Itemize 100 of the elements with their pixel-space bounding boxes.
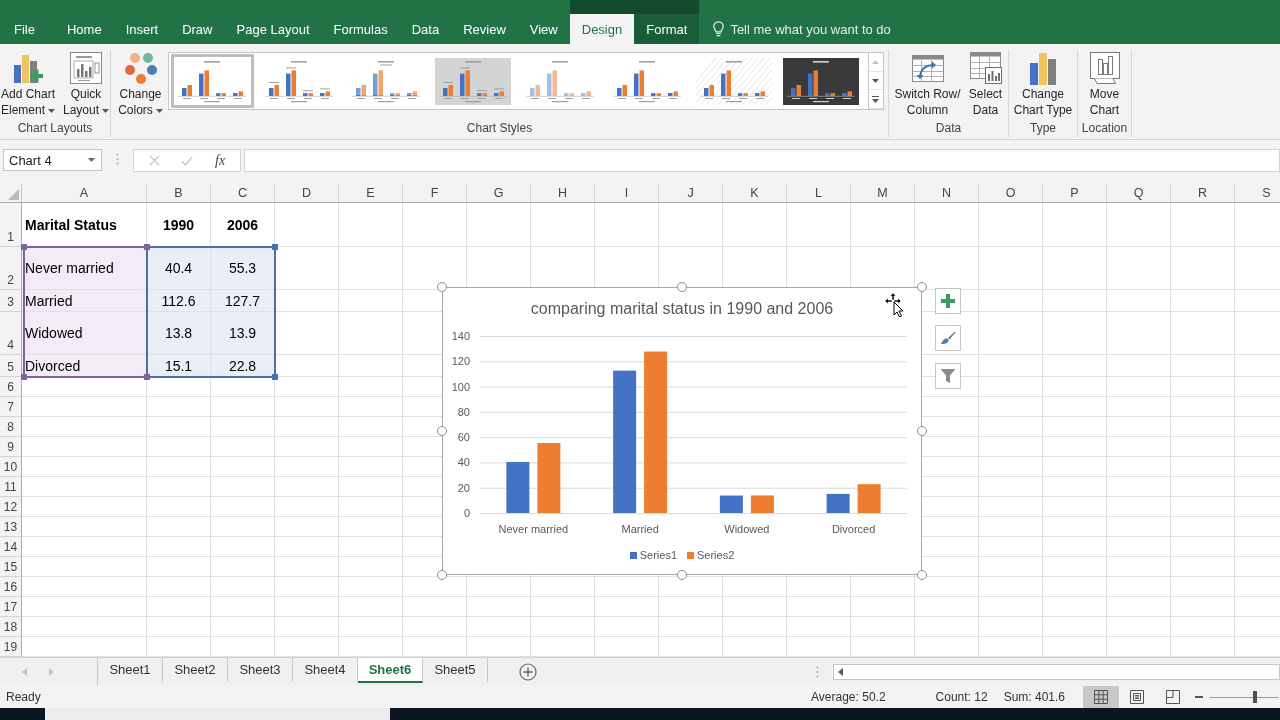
range-handle-icon[interactable] <box>272 374 278 380</box>
row-header[interactable]: 16 <box>0 577 22 597</box>
ribbon-tab[interactable]: Format <box>634 14 700 44</box>
ribbon-button[interactable]: Switch Row/ Column <box>891 50 964 118</box>
ribbon-tab[interactable]: Page Layout <box>224 14 322 44</box>
ribbon-tab[interactable]: File <box>2 14 47 44</box>
column-header[interactable]: C <box>211 184 275 203</box>
status-stat: Sum: 401.6 <box>1003 690 1065 704</box>
ribbon-button[interactable]: Quick Layout <box>60 50 113 118</box>
scroll-left-icon[interactable] <box>838 668 843 676</box>
sheet-tab[interactable]: Sheet6 <box>358 658 423 683</box>
column-header[interactable]: R <box>1171 184 1235 203</box>
chart[interactable]: comparing marital status in 1990 and 2006 0 20 40 60 80 100 120 140 Never married Married Widowed Divorced Series1 Series2 <box>442 287 922 575</box>
tell-me-search[interactable]: Tell me what you want to do <box>699 14 901 44</box>
chart-elements-button[interactable] <box>935 288 961 314</box>
column-header[interactable]: L <box>787 184 851 203</box>
ribbon-button[interactable]: Move Chart <box>1085 50 1124 118</box>
ribbon-tab[interactable]: Formulas <box>321 14 400 44</box>
ribbon-tab[interactable]: View <box>517 14 570 44</box>
insert-function-button[interactable]: fx <box>215 152 226 169</box>
taskbar-search-field[interactable] <box>45 708 390 720</box>
column-header[interactable]: D <box>275 184 339 203</box>
range-handle-icon[interactable] <box>272 244 278 250</box>
chart-filters-button[interactable] <box>935 363 961 389</box>
resize-handle-icon[interactable] <box>437 426 447 436</box>
range-handle-icon[interactable] <box>21 244 27 250</box>
ribbon-button[interactable]: Change Chart Type <box>1010 50 1076 118</box>
row-header[interactable]: 9 <box>0 437 22 457</box>
table-cell: 55.3 <box>211 247 275 290</box>
column-header[interactable]: S <box>1235 184 1280 203</box>
range-handle-icon[interactable] <box>144 244 150 250</box>
ribbon-tab[interactable]: Home <box>54 14 114 44</box>
column-header[interactable]: O <box>979 184 1043 203</box>
row-header[interactable]: 10 <box>0 457 22 477</box>
column-header[interactable]: P <box>1043 184 1107 203</box>
name-box[interactable]: Chart 4 <box>3 149 102 171</box>
ribbon-button[interactable]: Change Colors <box>115 50 166 118</box>
row-header[interactable]: 1 <box>0 203 22 247</box>
ribbon-button[interactable]: Add Chart Element <box>0 50 58 118</box>
sheet-tab[interactable]: Sheet1 <box>98 658 163 683</box>
resize-handle-icon[interactable] <box>917 282 927 292</box>
view-button[interactable] <box>1083 686 1119 708</box>
column-header[interactable]: Q <box>1107 184 1171 203</box>
select-all-icon[interactable] <box>8 189 19 200</box>
ribbon-tab[interactable]: Review <box>451 14 518 44</box>
resize-handle-icon[interactable] <box>917 426 927 436</box>
row-header[interactable]: 13 <box>0 517 22 537</box>
row-header[interactable]: 6 <box>0 377 22 397</box>
range-handle-icon[interactable] <box>144 374 150 380</box>
chart-styles-button[interactable] <box>935 325 961 351</box>
column-header[interactable]: H <box>531 184 595 203</box>
column-header[interactable]: G <box>467 184 531 203</box>
column-header[interactable]: I <box>595 184 659 203</box>
enter-icon[interactable] <box>181 155 194 166</box>
resize-handle-icon[interactable] <box>677 282 687 292</box>
row-header[interactable]: 8 <box>0 417 22 437</box>
row-header[interactable]: 17 <box>0 597 22 617</box>
more-icon[interactable] <box>872 95 880 103</box>
row-header[interactable]: 5 <box>0 355 22 377</box>
resize-handle-icon[interactable] <box>437 282 447 292</box>
row-header[interactable]: 12 <box>0 497 22 517</box>
ribbon-tab[interactable]: Data <box>399 14 452 44</box>
row-header[interactable]: 7 <box>0 397 22 417</box>
row-header[interactable]: 15 <box>0 557 22 577</box>
resize-handle-icon[interactable] <box>917 570 927 580</box>
chart-frame-icon <box>1088 51 1121 85</box>
resize-handle-icon[interactable] <box>677 570 687 580</box>
row-header[interactable]: 2 <box>0 247 22 290</box>
ribbon-tab[interactable]: Insert <box>113 14 171 44</box>
row-header[interactable]: 18 <box>0 617 22 637</box>
formula-input[interactable] <box>244 149 1280 172</box>
sheet-tab[interactable]: Sheet3 <box>228 658 293 683</box>
scroll-up-icon[interactable] <box>872 59 880 64</box>
next-sheet-icon[interactable] <box>49 668 54 676</box>
previous-sheet-icon[interactable] <box>22 668 27 676</box>
column-header[interactable]: K <box>723 184 787 203</box>
column-header[interactable]: A <box>22 184 147 203</box>
ribbon-tab[interactable]: Design <box>569 14 635 44</box>
horizontal-scrollbar[interactable] <box>833 664 1280 680</box>
row-header[interactable]: 14 <box>0 537 22 557</box>
slider-thumb[interactable] <box>1252 691 1257 703</box>
column-header[interactable]: E <box>339 184 403 203</box>
resize-handle-icon[interactable] <box>437 570 447 580</box>
scroll-down-icon[interactable] <box>872 78 880 83</box>
column-header[interactable]: N <box>915 184 979 203</box>
row-header[interactable]: 19 <box>0 637 22 657</box>
sheet-tab[interactable]: Sheet2 <box>163 658 228 683</box>
cancel-icon[interactable] <box>148 155 160 166</box>
column-header[interactable]: J <box>659 184 723 203</box>
row-header[interactable]: 11 <box>0 477 22 497</box>
row-header[interactable]: 4 <box>0 312 22 355</box>
ribbon-button[interactable]: Select Data <box>965 50 1006 118</box>
column-header[interactable]: F <box>403 184 467 203</box>
sheet-tab[interactable]: Sheet5 <box>423 658 488 683</box>
range-handle-icon[interactable] <box>21 374 27 380</box>
add-sheet-icon[interactable] <box>519 663 537 681</box>
row-header[interactable]: 3 <box>0 290 22 312</box>
column-header[interactable]: B <box>147 184 211 203</box>
ribbon-tab[interactable]: Draw <box>170 14 225 44</box>
column-header[interactable]: M <box>851 184 915 203</box>
